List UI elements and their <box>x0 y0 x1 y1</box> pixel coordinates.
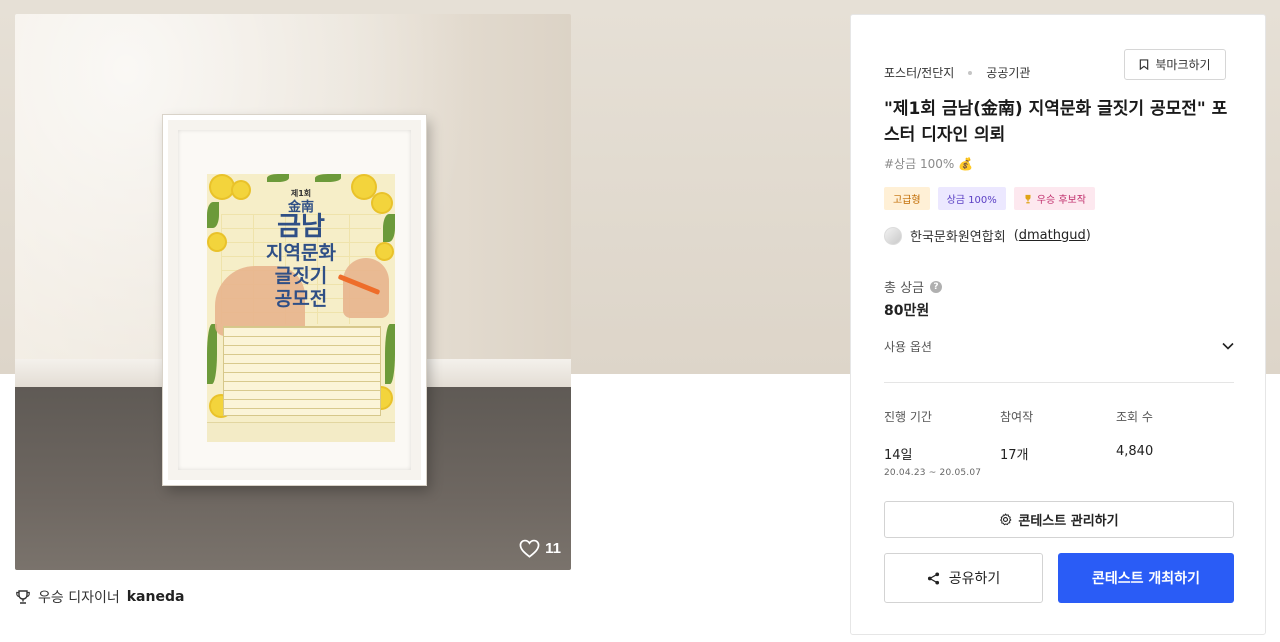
poster-info-table <box>223 326 381 416</box>
chevron-down-icon <box>1222 342 1234 350</box>
stat-period: 진행 기간 14일 20.04.23 ~ 20.05.07 <box>884 408 1000 478</box>
usage-options-toggle[interactable]: 사용 옵션 <box>884 335 1234 357</box>
manage-contest-button[interactable]: 콘테스트 관리하기 <box>884 501 1234 538</box>
stat-entries-value: 17개 <box>1000 448 1029 463</box>
trophy-icon <box>16 590 30 604</box>
poster-frame: 제1회 金南 금남 지역문화 글짓기 공모전 <box>163 115 426 485</box>
tag-prize: 상금 100% <box>937 187 1006 210</box>
breadcrumb-subcategory[interactable]: 공공기관 <box>986 64 1030 81</box>
stat-views-value: 4,840 <box>1116 444 1154 459</box>
winner-label: 우승 디자이너 <box>38 590 120 606</box>
poster-sponsor-footer <box>207 422 395 442</box>
host-info: 한국문화원연합회 (dmathgud) <box>884 226 1091 245</box>
poster-leaf <box>267 174 289 182</box>
like-count: 11 <box>545 540 561 557</box>
gear-icon <box>1000 513 1012 526</box>
contest-tags: 고급형 상금 100% 우승 후보작 <box>884 187 1095 210</box>
poster-title-line: 금남 <box>277 212 325 242</box>
manage-contest-label: 콘테스트 관리하기 <box>1018 514 1119 529</box>
poster-title-line: 제1회 <box>290 189 312 198</box>
bookmark-button[interactable]: 북마크하기 <box>1124 49 1226 80</box>
poster-title-line: 지역문화 <box>266 242 336 264</box>
share-button[interactable]: 공유하기 <box>884 553 1043 603</box>
stat-views-label: 조회 수 <box>1116 410 1153 424</box>
stat-views: 조회 수 4,840 <box>1116 408 1232 478</box>
divider <box>884 382 1234 383</box>
contest-stats: 진행 기간 14일 20.04.23 ~ 20.05.07 참여작 17개 조회… <box>884 408 1234 478</box>
host-id-close-paren: ) <box>1085 228 1091 243</box>
poster-leaf <box>315 174 341 182</box>
share-icon <box>927 571 939 585</box>
bookmark-label: 북마크하기 <box>1155 58 1211 72</box>
breadcrumb-category[interactable]: 포스터/전단지 <box>884 64 954 81</box>
stat-entries-label: 참여작 <box>1000 410 1034 424</box>
contest-hero-image: 제1회 金南 금남 지역문화 글짓기 공모전 11 <box>15 14 571 570</box>
tag-winner-candidate: 우승 후보작 <box>1013 187 1095 210</box>
hashtag[interactable]: #상금 100% 💰 <box>884 155 973 172</box>
help-icon[interactable]: ? <box>930 280 943 293</box>
contest-info-card: 포스터/전단지 공공기관 북마크하기 "제1회 금남(金南) 지역문화 글짓기 … <box>850 14 1266 635</box>
contest-title: "제1회 금남(金南) 지역문화 글짓기 공모전" 포스터 디자인 의뢰 <box>884 99 1228 145</box>
breadcrumb-separator <box>968 70 973 75</box>
poster-artwork: 제1회 金南 금남 지역문화 글짓기 공모전 <box>207 174 395 442</box>
hashtag-text: #상금 100% <box>884 157 955 171</box>
money-bag-icon: 💰 <box>958 157 974 171</box>
total-prize-label: 총 상금 ? <box>884 277 943 296</box>
stat-period-value: 14일 <box>884 448 913 463</box>
host-contest-button[interactable]: 콘테스트 개최하기 <box>1058 553 1234 603</box>
bookmark-icon <box>1140 59 1149 70</box>
total-prize-text: 총 상금 <box>884 281 925 296</box>
tag-winner-candidate-label: 우승 후보작 <box>1036 195 1086 206</box>
host-contest-label: 콘테스트 개최하기 <box>1092 571 1200 587</box>
host-avatar <box>884 226 902 245</box>
poster-leaf <box>207 324 217 384</box>
host-name: 한국문화원연합회 <box>910 230 1006 245</box>
winner-name[interactable]: kaneda <box>127 589 185 605</box>
stat-period-label: 진행 기간 <box>884 410 932 424</box>
share-label: 공유하기 <box>948 571 1001 587</box>
breadcrumb: 포스터/전단지 공공기관 <box>884 64 1030 81</box>
host-id-link[interactable]: dmathgud <box>1019 228 1086 243</box>
winner-designer: 우승 디자이너 kaneda <box>15 587 184 607</box>
poster-title-line: 글짓기 <box>274 265 328 287</box>
usage-options-label: 사용 옵션 <box>884 339 932 354</box>
total-prize-amount: 80만원 <box>884 303 930 319</box>
heart-icon <box>519 539 540 558</box>
like-button[interactable]: 11 <box>519 539 561 558</box>
trophy-icon <box>1025 194 1031 203</box>
poster-leaf <box>385 324 395 384</box>
poster-title-line: 공모전 <box>274 288 328 310</box>
tag-premium: 고급형 <box>884 187 930 210</box>
tag-premium-label: 고급형 <box>893 195 921 206</box>
stat-entries: 참여작 17개 <box>1000 408 1116 478</box>
poster-mat: 제1회 金南 금남 지역문화 글짓기 공모전 <box>178 130 411 470</box>
stat-period-dates: 20.04.23 ~ 20.05.07 <box>884 468 982 478</box>
tag-prize-label: 상금 100% <box>946 195 997 206</box>
